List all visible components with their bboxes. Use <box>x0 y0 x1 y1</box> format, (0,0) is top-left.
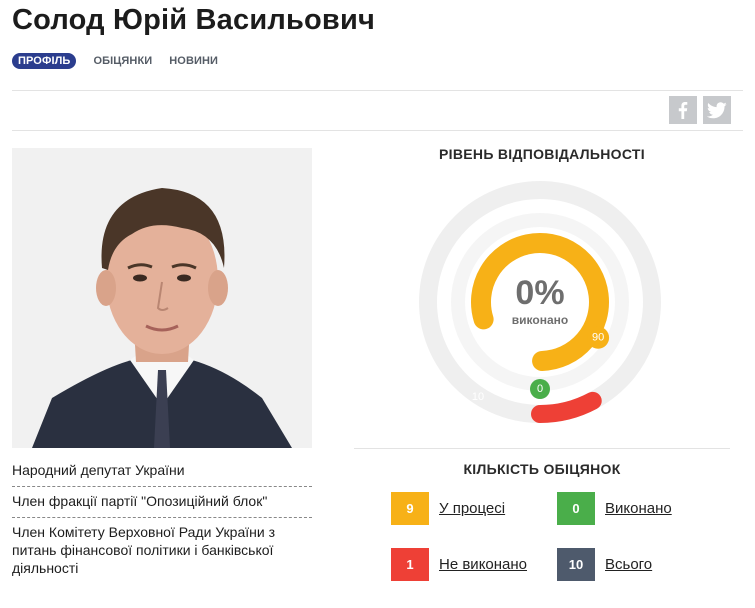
tab-news[interactable]: НОВИНИ <box>169 55 218 67</box>
stat-done[interactable]: 0 Виконано <box>557 492 672 525</box>
profile-tabs: ПРОФІЛЬ ОБІЦЯНКИ НОВИНИ <box>12 53 218 69</box>
share-buttons <box>669 96 731 124</box>
divider <box>12 130 743 131</box>
profile-positions: Народний депутат України Член фракції па… <box>12 456 312 584</box>
tab-promises[interactable]: ОБІЦЯНКИ <box>93 55 152 67</box>
profile-photo <box>12 148 312 448</box>
percent-completed: 0% <box>515 274 564 312</box>
tab-profile[interactable]: ПРОФІЛЬ <box>12 53 77 69</box>
stat-link[interactable]: Всього <box>605 556 652 573</box>
stat-link[interactable]: Не виконано <box>439 556 527 573</box>
failed-arc <box>531 391 602 423</box>
divider <box>354 448 730 449</box>
position-item: Член фракції партії "Опозиційний блок" <box>12 487 312 518</box>
twitter-share-button[interactable] <box>703 96 731 124</box>
position-item: Народний депутат України <box>12 456 312 487</box>
facebook-icon <box>678 102 688 119</box>
facebook-share-button[interactable] <box>669 96 697 124</box>
percent-caption: виконано <box>512 313 568 327</box>
stat-total[interactable]: 10 Всього <box>557 548 652 581</box>
stat-count: 0 <box>557 492 595 525</box>
stat-in-progress[interactable]: 9 У процесі <box>391 492 505 525</box>
promises-count-title: КІЛЬКІСТЬ ОБІЦЯНОК <box>463 461 621 477</box>
position-item: Член Комітету Верховної Ради України з п… <box>12 524 275 576</box>
twitter-icon <box>707 101 727 118</box>
responsibility-gauge: 90 0 10 0% виконано <box>419 181 661 423</box>
stat-count: 10 <box>557 548 595 581</box>
failed-value: 10 <box>472 391 484 403</box>
stat-count: 1 <box>391 548 429 581</box>
in-progress-value: 90 <box>592 332 604 344</box>
stat-not-done[interactable]: 1 Не виконано <box>391 548 527 581</box>
stat-link[interactable]: У процесі <box>439 500 505 517</box>
page-title: Солод Юрій Васильович <box>12 4 376 36</box>
stat-link[interactable]: Виконано <box>605 500 672 517</box>
stat-count: 9 <box>391 492 429 525</box>
responsibility-title: РІВЕНЬ ВІДПОВІДАЛЬНОСТІ <box>439 146 645 162</box>
divider <box>12 90 743 91</box>
done-value: 0 <box>537 383 543 395</box>
